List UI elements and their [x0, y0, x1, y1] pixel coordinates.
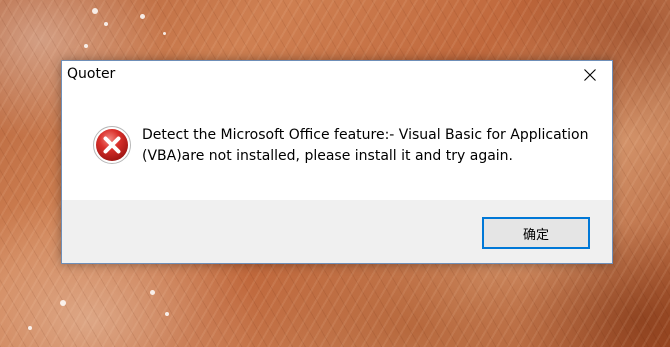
wallpaper-detail: [140, 14, 145, 19]
error-icon: [93, 126, 131, 164]
wallpaper-detail: [92, 8, 98, 14]
dialog-title: Quoter: [67, 66, 116, 82]
error-message: Detect the Microsoft Office feature:- Vi…: [142, 125, 602, 167]
wallpaper-detail: [60, 300, 66, 306]
ok-button[interactable]: 确定: [482, 217, 590, 249]
wallpaper-detail: [104, 22, 108, 26]
dialog-content: Detect the Microsoft Office feature:- Vi…: [62, 89, 612, 200]
error-message-line: Detect the Microsoft Office feature:- Vi…: [142, 127, 589, 143]
error-dialog: Quoter Detect the Microsoft Office featu…: [61, 60, 613, 264]
wallpaper-detail: [163, 32, 166, 35]
error-message-line: (VBA)are not installed, please install i…: [142, 148, 513, 164]
close-icon: [584, 69, 596, 81]
dialog-titlebar[interactable]: Quoter: [62, 61, 612, 89]
wallpaper-detail: [84, 44, 88, 48]
dialog-button-bar: 确定: [62, 200, 612, 263]
wallpaper-detail: [150, 290, 155, 295]
wallpaper-detail: [165, 312, 169, 316]
close-button[interactable]: [568, 61, 612, 89]
wallpaper-detail: [28, 326, 32, 330]
